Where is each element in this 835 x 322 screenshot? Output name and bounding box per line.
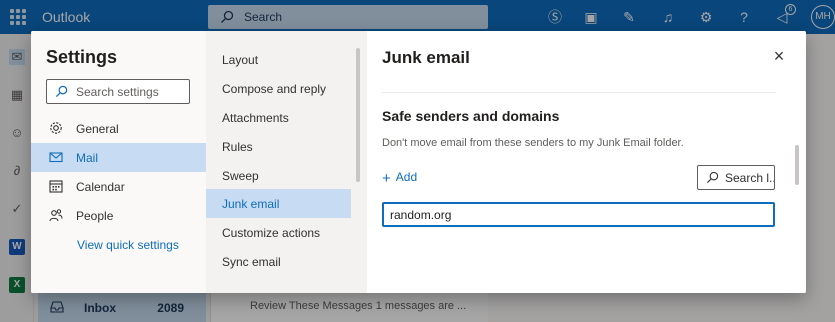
category-label: People	[76, 209, 114, 223]
subcategory-label: Attachments	[222, 111, 289, 125]
subcategory-layout[interactable]: Layout	[206, 45, 351, 74]
close-button[interactable]: ×	[770, 47, 788, 65]
divider	[382, 92, 776, 93]
subcategory-customize-actions[interactable]: Customize actions	[206, 218, 351, 247]
category-label: General	[76, 122, 119, 136]
category-people[interactable]: People	[31, 201, 206, 230]
people-icon	[49, 209, 63, 222]
subcategories-scrollbar[interactable]	[356, 48, 360, 182]
subcategory-sweep[interactable]: Sweep	[206, 161, 351, 190]
junk-email-panel: Junk email × Safe senders and domains Do…	[367, 31, 806, 293]
subcategory-label: Sweep	[222, 169, 259, 183]
safe-senders-heading: Safe senders and domains	[382, 108, 560, 124]
gear-icon	[50, 122, 62, 134]
subcategory-rules[interactable]: Rules	[206, 132, 351, 161]
subcategory-label: Rules	[222, 140, 253, 154]
subcategory-compose-and-reply[interactable]: Compose and reply	[206, 74, 351, 103]
safe-senders-description: Don't move email from these senders to m…	[382, 137, 684, 149]
subcategory-label: Compose and reply	[222, 82, 327, 96]
settings-categories-pane: Settings General Mail Calendar People Vi…	[31, 31, 206, 293]
search-icon	[706, 171, 719, 184]
panel-title: Junk email	[382, 48, 470, 67]
subcategory-junk-email[interactable]: Junk email	[206, 189, 351, 218]
category-label: Calendar	[76, 180, 125, 194]
add-sender-button[interactable]: + Add	[382, 170, 417, 186]
view-quick-settings-link[interactable]: View quick settings	[77, 238, 179, 252]
search-icon	[55, 85, 68, 98]
calendar-icon	[49, 180, 63, 193]
search-senders-label: Search l...	[725, 171, 775, 185]
mail-subcategories-pane: Layout Compose and reply Attachments Rul…	[206, 31, 367, 293]
category-mail[interactable]: Mail	[31, 143, 206, 172]
settings-search-input[interactable]	[76, 84, 186, 99]
add-label: Add	[395, 170, 418, 184]
subcategory-sync-email[interactable]: Sync email	[206, 247, 351, 276]
subcategory-label: Customize actions	[222, 226, 321, 240]
category-calendar[interactable]: Calendar	[31, 172, 206, 201]
plus-icon: +	[382, 170, 391, 187]
mail-icon	[49, 152, 63, 163]
subcategory-label: Layout	[222, 53, 259, 67]
category-general[interactable]: General	[31, 114, 206, 143]
subcategory-label: Sync email	[222, 255, 281, 269]
safe-sender-input[interactable]	[390, 207, 760, 222]
search-senders-button[interactable]: Search l...	[697, 165, 775, 190]
settings-title: Settings	[46, 47, 118, 67]
settings-search-box[interactable]	[46, 79, 190, 104]
subcategory-attachments[interactable]: Attachments	[206, 103, 351, 132]
panel-scrollbar[interactable]	[795, 145, 799, 185]
subcategory-label: Junk email	[222, 197, 280, 211]
settings-dialog: Settings General Mail Calendar People Vi…	[31, 31, 806, 293]
category-label: Mail	[76, 151, 99, 165]
safe-sender-field[interactable]	[382, 202, 775, 227]
